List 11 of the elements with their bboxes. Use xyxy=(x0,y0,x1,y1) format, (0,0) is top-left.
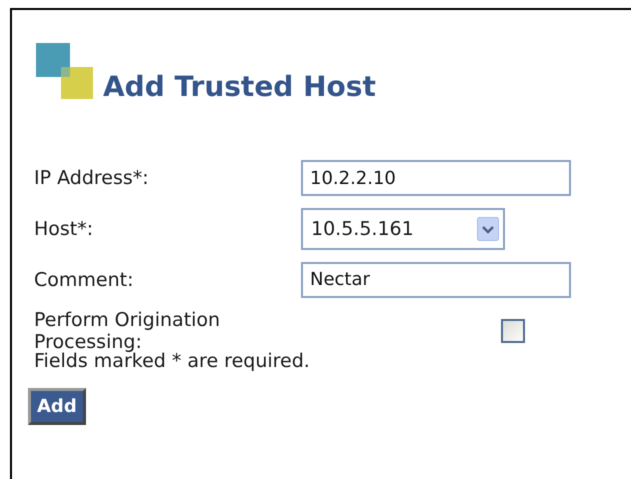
field-label: IP Address*: xyxy=(34,167,150,189)
checkbox[interactable] xyxy=(501,318,525,342)
field-label: Comment: xyxy=(34,268,134,290)
page-title: Add Trusted Host xyxy=(103,73,376,101)
field-label: Host*: xyxy=(34,218,94,240)
input-field[interactable]: Nectar xyxy=(301,262,571,298)
field-label: Perform Origination Processing: xyxy=(34,308,222,352)
caret-icon xyxy=(477,216,499,240)
input-field[interactable]: 10.2.2.10 xyxy=(301,160,571,196)
add-button[interactable]: Add xyxy=(28,388,86,425)
host-dropdown[interactable]: 10.5.5.161 xyxy=(301,208,505,250)
